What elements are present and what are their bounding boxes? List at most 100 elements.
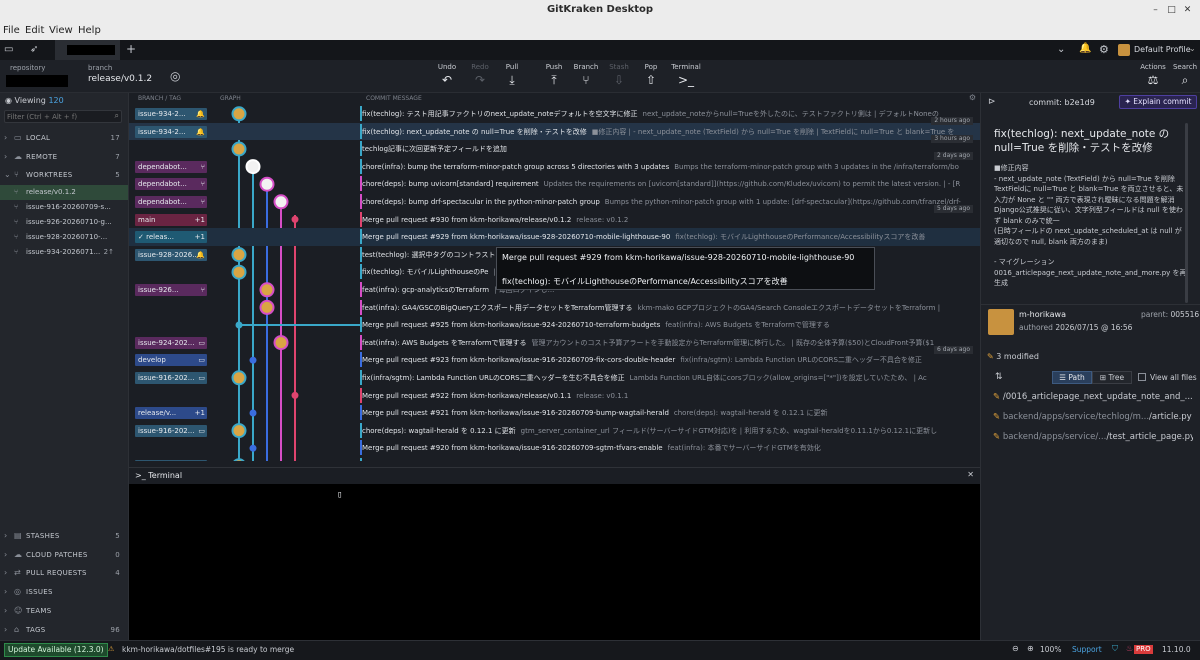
filter-input[interactable] <box>7 111 107 122</box>
commit-message[interactable]: feat(infra): 本番でサーバーサイドGTMを有効化data.kkm-m… <box>362 460 978 461</box>
commit-message[interactable]: chore(infra): bump the terraform-minor-p… <box>362 161 978 173</box>
sidebar-section-worktrees[interactable]: ⌄ ⑂ WORKTREES 5 <box>0 166 128 184</box>
commit-message[interactable]: chore(deps): wagtail-herald を 0.12.1 に更新… <box>362 425 978 437</box>
worktree-item[interactable]: ⑂ issue-934-2026071... 2↑ <box>0 245 128 260</box>
sidebar-section-pull-requests[interactable]: › ⇄ PULL REQUESTS 4 <box>0 564 128 582</box>
commit-message[interactable]: Merge pull request #929 from kkm-horikaw… <box>362 231 978 243</box>
profile-name[interactable]: Default Profile <box>1134 45 1191 54</box>
sidebar-section-cloud-patches[interactable]: › ☁ CLOUD PATCHES 0 <box>0 546 128 564</box>
changed-file[interactable]: ✎ backend/apps/service/techlog/m.../arti… <box>993 412 1193 422</box>
menu-edit[interactable]: Edit <box>25 25 44 36</box>
commit-message[interactable]: Merge pull request #923 from kkm-horikaw… <box>362 354 978 366</box>
commit-row[interactable]: issue-916-202...▭ feat(infra): 本番でサーバーサイド… <box>129 457 980 461</box>
gear-icon[interactable]: ⚙ <box>1099 43 1109 56</box>
sidebar-section-local[interactable]: › ▭ LOCAL 17 <box>0 129 128 147</box>
commit-row[interactable]: main +1 Merge pull request #930 from kkm-h… <box>129 211 980 229</box>
commit-message[interactable]: fix(techlog): テスト用記事ファクトリのnext_update_no… <box>362 108 978 120</box>
branch-label[interactable]: dependabot... ⑂ <box>135 160 207 173</box>
branch-label[interactable]: release/v... +1 <box>135 407 207 420</box>
view-all-label[interactable]: View all files <box>1150 373 1197 382</box>
commit-row[interactable]: techlog記事に次回更新予定フィールドを追加 2 days ago <box>129 140 980 161</box>
commit-row[interactable]: dependabot... ⑂ chore(deps): bump uvicorn[… <box>129 175 980 193</box>
commit-row[interactable]: Merge pull request #925 from kkm-horikaw… <box>129 316 980 334</box>
sidebar-section-issues[interactable]: › ◎ ISSUES <box>0 583 128 601</box>
worktree-item[interactable]: ⑂ release/v0.1.2 <box>0 185 128 200</box>
branch-label[interactable]: main +1 <box>135 213 207 226</box>
sidebar-section-remote[interactable]: › ☁ REMOTE 7 <box>0 148 128 166</box>
branch-label[interactable]: issue-916-202...▭ <box>135 372 207 384</box>
close-terminal-icon[interactable]: ✕ <box>967 470 974 479</box>
folder-icon[interactable]: ▭ <box>4 44 13 55</box>
worktree-item[interactable]: ⑂ issue-926-20260710-g... <box>0 215 128 230</box>
branch-label[interactable]: dependabot... ⑂ <box>135 196 207 208</box>
pro-badge[interactable]: PRO <box>1134 645 1153 654</box>
path-view-button[interactable]: ☰ Path <box>1052 371 1092 384</box>
maximize-icon[interactable]: □ <box>1166 5 1177 16</box>
actions-button[interactable]: Actions ⚖ <box>1138 63 1168 87</box>
commit-message[interactable]: techlog記事に次回更新予定フィールドを追加 <box>362 143 978 155</box>
tree-view-button[interactable]: ⊞ Tree <box>1092 371 1132 384</box>
commit-message[interactable]: Merge pull request #921 from kkm-horikaw… <box>362 407 978 419</box>
commit-message[interactable]: Merge pull request #920 from kkm-horikaw… <box>362 442 978 454</box>
branch-label[interactable]: issue-916-202...▭ <box>135 460 207 461</box>
zoom-out-icon[interactable]: ⊖ <box>1012 644 1019 653</box>
pull-button[interactable]: Pull ⤓ <box>497 63 527 88</box>
branch-name[interactable]: release/v0.1.2 <box>88 74 152 84</box>
rocket-icon[interactable]: ➶ <box>30 44 38 55</box>
menu-file[interactable]: File <box>3 25 20 36</box>
commit-row[interactable]: issue-924-202... ▭ feat(infra): AWS Budget… <box>129 334 980 354</box>
repo-tab[interactable] <box>55 40 120 60</box>
commit-row[interactable]: issue-916-202... ▭ chore(deps): wagtail-he… <box>129 422 980 440</box>
update-available-button[interactable]: Update Available (12.3.0) <box>4 643 108 657</box>
changed-file[interactable]: ✎ backend/apps/service/.../test_article_… <box>993 432 1193 442</box>
launchpad-icon[interactable]: ◎ <box>170 69 180 83</box>
commit-message[interactable]: chore(deps): bump uvicorn[standard] requ… <box>362 178 978 190</box>
branch-button[interactable]: Branch ⑂ <box>571 63 601 87</box>
repository-name-redacted[interactable] <box>6 75 68 87</box>
commit-message[interactable]: chore(deps): bump drf-spectacular in the… <box>362 196 978 208</box>
branch-label[interactable]: issue-926... ⑂ <box>135 284 207 296</box>
commit-message[interactable]: Merge pull request #930 from kkm-horikaw… <box>362 214 978 226</box>
branch-label[interactable]: issue-934-2... 🔔 <box>135 125 207 138</box>
parent-sha[interactable]: 005516 <box>1171 310 1200 319</box>
worktree-item[interactable]: ⑂ issue-928-20260710-... <box>0 230 128 245</box>
branch-label[interactable]: issue-934-2... 🔔 <box>135 108 207 120</box>
sidebar-section-stashes[interactable]: › ▤ STASHES 5 <box>0 527 128 545</box>
terminal-button[interactable]: Terminal >_ <box>671 63 701 87</box>
panel-toggle-icon[interactable]: ⊳ <box>988 97 996 107</box>
menu-view[interactable]: View <box>49 25 73 36</box>
description-scrollbar[interactable] <box>1185 123 1188 303</box>
viewing-indicator[interactable]: ◉ Viewing 120 <box>5 96 64 105</box>
close-icon[interactable]: ✕ <box>1182 5 1193 16</box>
column-settings-icon[interactable]: ⚙ <box>969 93 976 102</box>
branch-label[interactable]: issue-916-202...▭ <box>135 424 207 437</box>
profile-avatar[interactable] <box>1118 44 1130 56</box>
explain-commit-button[interactable]: ✦ Explain commit <box>1119 95 1197 109</box>
sidebar-section-teams[interactable]: › ☺ TEAMS <box>0 602 128 620</box>
header-commit-message[interactable]: COMMIT MESSAGE <box>366 95 422 102</box>
commit-row[interactable]: dependabot... ⑂ chore(deps): bump drf-spec… <box>129 193 980 213</box>
chevron-down-icon[interactable]: ⌄ <box>1057 44 1065 55</box>
notification-icon[interactable]: 🔔 <box>1079 43 1091 54</box>
push-button[interactable]: Push ⤒ <box>539 63 569 88</box>
commit-sha[interactable]: b2e1d9 <box>1064 98 1094 107</box>
shield-icon[interactable]: ⛉ <box>1112 644 1118 654</box>
branch-label[interactable]: ✓ releas... +1 <box>135 231 207 244</box>
branch-label[interactable]: develop ▭ <box>135 354 207 367</box>
terminal-panel[interactable]: ▯ <box>129 484 980 640</box>
commit-row[interactable]: issue-916-202... ▭ fix(infra/sgtm): Lambda… <box>129 369 980 387</box>
new-tab-icon[interactable]: + <box>126 42 136 56</box>
support-link[interactable]: Support <box>1072 645 1102 654</box>
commit-row[interactable]: release/v... +1 Merge pull request #921 fr… <box>129 404 980 422</box>
zoom-level[interactable]: 100% <box>1040 645 1061 654</box>
menu-help[interactable]: Help <box>78 25 101 36</box>
commit-row[interactable]: Merge pull request #922 from kkm-horikaw… <box>129 387 980 405</box>
commit-row[interactable]: issue-934-2... 🔔 fix(techlog): next_update… <box>129 122 980 143</box>
commit-row[interactable]: dependabot... ⑂ chore(infra): bump the ter… <box>129 158 980 176</box>
pop-button[interactable]: Pop ⇧ <box>636 63 666 87</box>
status-message[interactable]: kkm-horikawa/dotfiles#195 is ready to me… <box>122 645 294 654</box>
zoom-in-icon[interactable]: ⊕ <box>1027 644 1034 653</box>
branch-label[interactable]: issue-924-202... ▭ <box>135 336 207 349</box>
commit-message[interactable]: feat(infra): GA4/GSCのBigQueryエクスポート用データセ… <box>362 302 978 314</box>
commit-row[interactable]: Merge pull request #920 from kkm-horikaw… <box>129 439 980 457</box>
